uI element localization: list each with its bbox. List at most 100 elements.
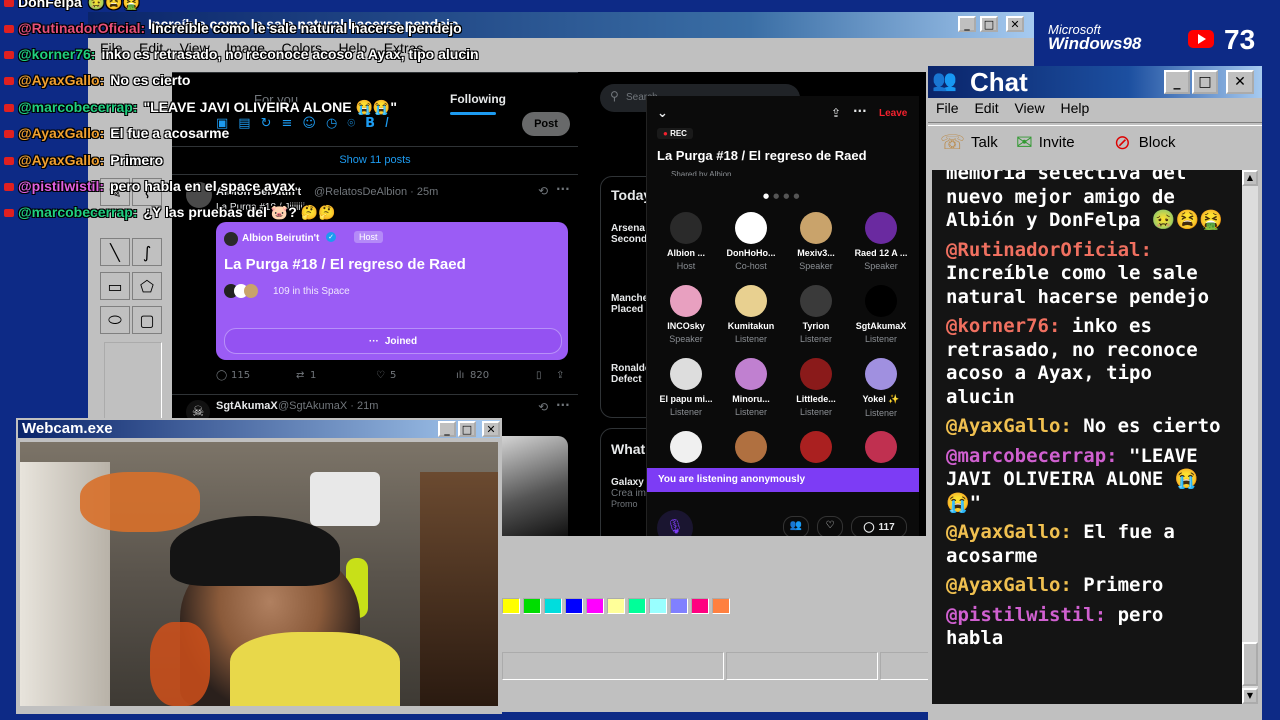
minimize-button[interactable]: _ [438,421,456,437]
maximize-button[interactable]: □ [458,421,476,437]
palette-swatch[interactable] [691,598,709,614]
grok-icon[interactable]: ⟲ [538,400,548,414]
retweet-icon[interactable]: ⇄ [296,370,304,381]
menu-help[interactable]: Help [1060,100,1089,116]
bookmark-icon[interactable]: ▯ [536,370,542,381]
participant[interactable]: SgtAkumaX Listener [848,285,914,344]
more-icon[interactable]: ··· [853,104,867,118]
comment-icon: ◯ [863,521,875,533]
tweet-author[interactable]: SgtAkumaX [216,400,278,412]
palette-swatch[interactable] [670,598,688,614]
share-icon[interactable]: ⇪ [831,106,841,120]
news-item[interactable]: Ronaldo Defect [611,363,651,385]
palette-swatch[interactable] [523,598,541,614]
palette-swatch[interactable] [502,598,520,614]
participant[interactable]: El papu mi... Listener [653,358,719,417]
news-line: Ronaldo [611,363,651,374]
participant-role: Listener [669,407,703,417]
people-icon[interactable]: 👥 [783,516,809,536]
curve-tool-icon[interactable]: ∫ [132,238,162,266]
comments-button[interactable]: ◯ 117 [851,516,907,536]
avatar [670,431,702,463]
more-icon[interactable]: ··· [556,182,570,196]
ellipse-tool-icon[interactable]: ⬭ [100,306,130,334]
like-icon[interactable]: ♡ [376,370,385,381]
overlay-text: Increíble como le sale natural hacerse p… [151,20,462,36]
palette-swatch[interactable] [712,598,730,614]
news-item[interactable]: Manche Placed [611,293,648,315]
polygon-tool-icon[interactable]: ⬠ [132,272,162,300]
mic-icon[interactable]: 🎙 [657,510,693,536]
avatar [800,358,832,390]
react-icon[interactable]: ♡ [817,516,843,536]
participant[interactable]: Minoru... Listener [718,358,784,417]
chat-scrollbar[interactable]: ▲ ▼ [1242,170,1258,704]
participant-role: Listener [864,334,898,344]
rounded-rect-tool-icon[interactable]: ▢ [132,306,162,334]
invite-button[interactable]: ✉ Invite [1016,130,1075,155]
participant[interactable]: DonHoHo... Co-host [718,212,784,271]
participant[interactable]: Tyrion Listener [783,285,849,344]
webcam-title-bar[interactable]: Webcam.exe _ □ ✕ [18,420,500,438]
chat-messages: memoria selectiva del nuevo mejor amigo … [932,170,1242,657]
palette-swatch[interactable] [649,598,667,614]
close-button[interactable]: ✕ [1226,70,1254,94]
scroll-down-button[interactable]: ▼ [1242,688,1258,704]
minimize-button[interactable]: _ [958,16,976,32]
participant[interactable] [848,431,914,470]
participant[interactable]: Yokel ✨ Listener [848,358,914,418]
scroll-thumb[interactable] [1242,642,1258,686]
talk-button[interactable]: ☏ Talk [940,130,998,155]
chat-message: @AyaxGallo: No es cierto [946,415,1231,439]
participant[interactable] [783,431,849,470]
participants-grid: Albion ... Host DonHoHo... Co-host Mexiv3...… [653,212,915,463]
news-line: Manche [611,293,649,304]
participant[interactable]: INCOsky Speaker [653,285,719,344]
participant[interactable]: Mexiv3... Speaker [783,212,849,271]
chat-title-bar[interactable]: 👥 Chat _ □ ✕ [928,66,1262,98]
more-icon[interactable]: ··· [556,398,570,412]
palette-swatch[interactable] [607,598,625,614]
news-item[interactable]: Arsena Second [611,223,647,245]
close-button[interactable]: ✕ [1006,16,1024,32]
participant[interactable]: Albion ... Host [653,212,719,271]
post-button[interactable]: Post [522,112,570,136]
participant[interactable] [718,431,784,470]
block-button[interactable]: ⊘ Block [1114,130,1175,155]
views-icon[interactable]: ılı [456,370,464,381]
line-tool-icon[interactable]: ╲ [100,238,130,266]
palette-swatch[interactable] [628,598,646,614]
youtube-badge-icon [4,157,14,166]
scroll-up-button[interactable]: ▲ [1242,170,1258,186]
views-count: 820 [470,370,490,381]
menu-file[interactable]: File [936,100,959,116]
participant[interactable]: Kumitakun Listener [718,285,784,344]
overlay-text: El fue a acosarme [110,125,230,141]
host-badge: Host [354,231,383,243]
reply-icon[interactable]: ◯ [216,370,227,381]
tweet-handle[interactable]: @SgtAkumaX · 21m [278,400,378,412]
leave-button[interactable]: Leave [879,108,907,119]
menu-edit[interactable]: Edit [974,100,998,116]
participant[interactable]: Littlede... Listener [783,358,849,417]
palette-swatch[interactable] [544,598,562,614]
participant[interactable]: Raed 12 A ... Speaker [848,212,914,271]
promo-item[interactable]: Galaxy Crea im Promo [611,477,646,509]
collapse-icon[interactable]: ⌄ [657,106,668,121]
participant[interactable] [653,431,719,470]
space-card[interactable]: Albion Beirutin't ✓ Host La Purga #18 / … [216,222,568,360]
menu-view[interactable]: View [1014,100,1044,116]
maximize-button[interactable]: □ [980,16,998,32]
palette-swatch[interactable] [586,598,604,614]
participant-role: Host [676,261,696,271]
close-button[interactable]: ✕ [482,421,500,437]
grok-icon[interactable]: ⟲ [538,184,548,198]
palette-swatch[interactable] [565,598,583,614]
joined-button[interactable]: ··· Joined [224,328,562,354]
share-icon[interactable]: ⇪ [556,370,564,381]
participant-role: Co-host [735,261,767,271]
minimize-button[interactable]: _ [1164,70,1190,94]
maximize-button[interactable]: □ [1192,70,1218,94]
rectangle-tool-icon[interactable]: ▭ [100,272,130,300]
invite-label: Invite [1038,134,1075,151]
